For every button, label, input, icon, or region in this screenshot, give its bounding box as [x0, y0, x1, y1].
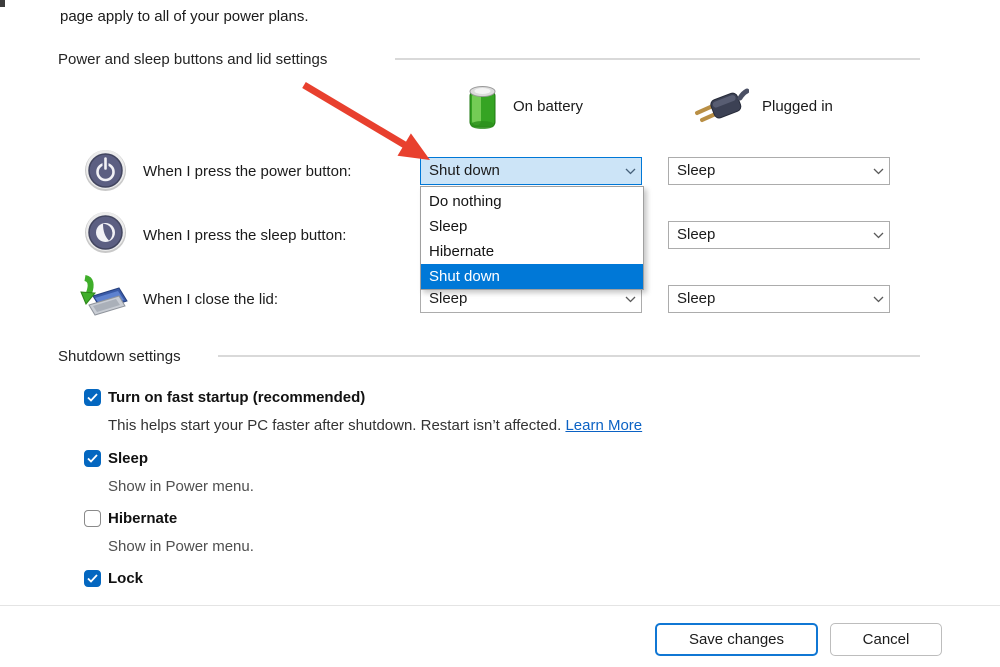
hibernate-description: Show in Power menu.	[108, 538, 254, 555]
power-button-dropdown-list: Do nothing Sleep Hibernate Shut down	[420, 186, 644, 290]
selected-value: Sleep	[677, 222, 867, 248]
plugged-in-column-header: Plugged in	[762, 98, 833, 115]
save-changes-button[interactable]: Save changes	[655, 623, 818, 656]
hibernate-checkbox[interactable]	[84, 510, 101, 527]
sleep-checkbox[interactable]	[84, 450, 101, 467]
fast-startup-label[interactable]: Turn on fast startup (recommended)	[108, 389, 365, 406]
sleep-description: Show in Power menu.	[108, 478, 254, 495]
selected-value: Shut down	[429, 158, 619, 184]
chevron-down-icon	[867, 232, 889, 239]
learn-more-link[interactable]: Learn More	[565, 417, 642, 434]
red-annotation-arrow	[290, 70, 440, 170]
dropdown-option-shut-down[interactable]: Shut down	[421, 264, 643, 289]
shutdown-section-divider	[218, 355, 920, 357]
checkmark-icon	[87, 393, 98, 402]
power-button-icon	[84, 149, 127, 192]
fast-startup-checkbox[interactable]	[84, 389, 101, 406]
chevron-down-icon	[619, 168, 641, 175]
checkmark-icon	[87, 454, 98, 463]
fast-startup-description: This helps start your PC faster after sh…	[108, 417, 642, 434]
lock-checkbox[interactable]	[84, 570, 101, 587]
close-lid-plugged-in-select[interactable]: Sleep	[668, 285, 890, 313]
selected-value: Sleep	[677, 158, 867, 184]
power-button-plugged-in-select[interactable]: Sleep	[668, 157, 890, 185]
power-section-title: Power and sleep buttons and lid settings	[58, 51, 327, 68]
power-options-page: page apply to all of your power plans. P…	[0, 0, 1000, 667]
sleep-label[interactable]: Sleep	[108, 450, 148, 467]
close-lid-icon	[76, 275, 128, 319]
dropdown-option-sleep[interactable]: Sleep	[421, 214, 643, 239]
plug-icon	[693, 86, 749, 124]
on-battery-column-header: On battery	[513, 98, 583, 115]
chevron-down-icon	[867, 168, 889, 175]
sleep-button-plugged-in-select[interactable]: Sleep	[668, 221, 890, 249]
lock-label[interactable]: Lock	[108, 570, 143, 587]
fast-startup-description-text: This helps start your PC faster after sh…	[108, 417, 565, 434]
close-lid-row-label: When I close the lid:	[143, 290, 278, 309]
power-button-on-battery-select[interactable]: Shut down	[420, 157, 642, 185]
power-section-divider	[395, 58, 920, 60]
chevron-down-icon	[619, 296, 641, 303]
intro-text: page apply to all of your power plans.	[60, 7, 309, 26]
hibernate-label[interactable]: Hibernate	[108, 510, 177, 527]
footer-divider	[0, 605, 1000, 606]
cancel-button[interactable]: Cancel	[830, 623, 942, 656]
sleep-button-row-label: When I press the sleep button:	[143, 226, 346, 245]
dropdown-option-do-nothing[interactable]: Do nothing	[421, 189, 643, 214]
battery-icon	[467, 84, 498, 131]
checkmark-icon	[87, 574, 98, 583]
sleep-button-icon	[84, 211, 127, 254]
cropped-edge-artifact	[0, 0, 5, 7]
shutdown-section-title: Shutdown settings	[58, 348, 181, 365]
selected-value: Sleep	[677, 286, 867, 312]
chevron-down-icon	[867, 296, 889, 303]
dropdown-option-hibernate[interactable]: Hibernate	[421, 239, 643, 264]
